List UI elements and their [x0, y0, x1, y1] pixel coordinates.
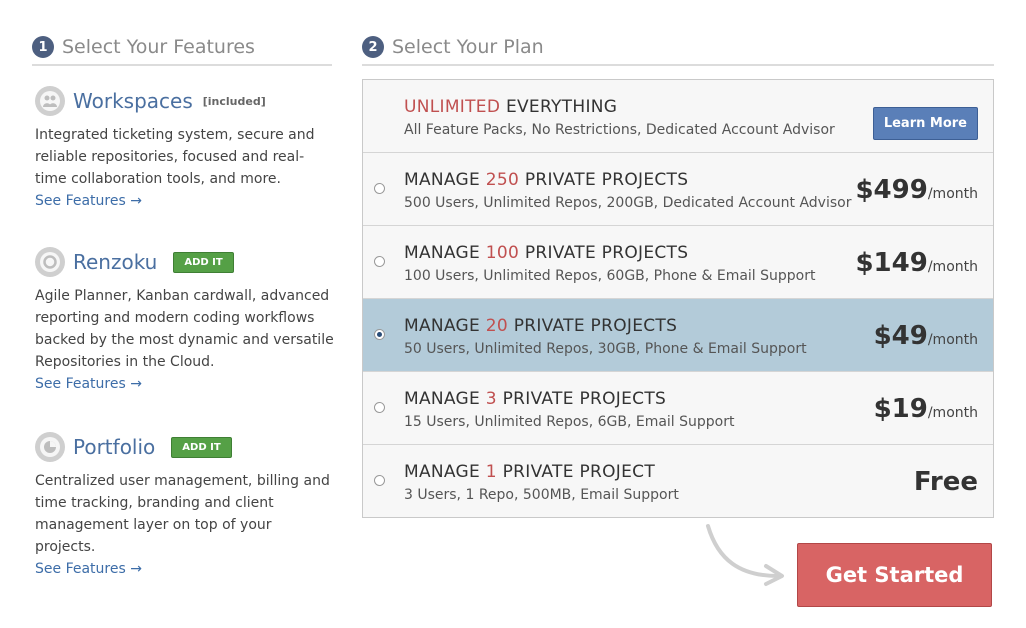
see-features-link[interactable]: See Features →: [35, 558, 142, 580]
plan-subtitle: 100 Users, Unlimited Repos, 60GB, Phone …: [404, 268, 816, 284]
plan-title-highlight: 1: [485, 462, 497, 482]
feature-description: Agile Planner, Kanban cardwall, advanced…: [35, 288, 334, 370]
features-step-header: 1 Select Your Features: [32, 30, 332, 66]
features-step-title: Select Your Features: [62, 36, 255, 58]
feature-renzoku: Renzoku ADD IT Agile Planner, Kanban car…: [32, 245, 334, 395]
pie-chart-icon: [35, 432, 65, 462]
plan-title-suffix: PRIVATE PROJECTS: [508, 316, 678, 336]
plan-title: MANAGE 20 PRIVATE PROJECTS: [404, 316, 677, 336]
plan-price: $149/month: [855, 248, 978, 278]
price-amount: Free: [913, 467, 978, 497]
plan-3[interactable]: MANAGE 3 PRIVATE PROJECTS 15 Users, Unli…: [363, 372, 993, 445]
plan-title-prefix: MANAGE: [404, 170, 486, 190]
step-number-badge: 2: [362, 36, 384, 58]
cycle-icon: [35, 247, 65, 277]
plan-title: MANAGE 3 PRIVATE PROJECTS: [404, 389, 666, 409]
features-section: 1 Select Your Features Workspaces [inclu…: [32, 30, 334, 577]
plan-title-suffix: PRIVATE PROJECTS: [519, 243, 689, 263]
plan-subtitle: 3 Users, 1 Repo, 500MB, Email Support: [404, 487, 679, 503]
plan-title-prefix: MANAGE: [404, 243, 486, 263]
plan-radio[interactable]: [374, 475, 385, 486]
plan-250[interactable]: MANAGE 250 PRIVATE PROJECTS 500 Users, U…: [363, 153, 993, 226]
plan-radio[interactable]: [374, 402, 385, 413]
price-amount: $149: [855, 248, 928, 278]
price-period: /month: [927, 259, 978, 275]
price-amount: $499: [855, 175, 928, 205]
plan-title-highlight: 20: [485, 316, 508, 336]
plan-title-highlight: 250: [485, 170, 520, 190]
price-period: /month: [927, 405, 978, 421]
plan-radio[interactable]: [374, 183, 385, 194]
plan-radio-selected[interactable]: [374, 329, 385, 340]
feature-workspaces: Workspaces [included] Integrated ticketi…: [32, 84, 332, 212]
plan-price: $49/month: [874, 321, 978, 351]
feature-description: Integrated ticketing system, secure and …: [35, 127, 315, 187]
plan-price: $19/month: [874, 394, 978, 424]
add-it-button[interactable]: ADD IT: [171, 436, 232, 458]
feature-portfolio: Portfolio ADD IT Centralized user manage…: [32, 430, 332, 580]
plan-title-prefix: MANAGE: [404, 316, 486, 336]
plan-title-suffix: PRIVATE PROJECT: [496, 462, 656, 482]
plans-step-title: Select Your Plan: [392, 36, 544, 58]
plans-section: 2 Select Your Plan: [362, 30, 994, 66]
plan-title: MANAGE 1 PRIVATE PROJECT: [404, 462, 655, 482]
plan-100[interactable]: MANAGE 100 PRIVATE PROJECTS 100 Users, U…: [363, 226, 993, 299]
price-amount: $19: [873, 394, 928, 424]
plan-20[interactable]: MANAGE 20 PRIVATE PROJECTS 50 Users, Unl…: [363, 299, 993, 372]
plan-subtitle: 15 Users, Unlimited Repos, 6GB, Email Su…: [404, 414, 735, 430]
plan-subtitle: 50 Users, Unlimited Repos, 30GB, Phone &…: [404, 341, 807, 357]
plan-title-suffix: EVERYTHING: [500, 97, 618, 117]
plan-1[interactable]: MANAGE 1 PRIVATE PROJECT 3 Users, 1 Repo…: [363, 445, 993, 517]
plan-title-suffix: PRIVATE PROJECTS: [496, 389, 667, 409]
plan-radio[interactable]: [374, 256, 385, 267]
plan-title: MANAGE 100 PRIVATE PROJECTS: [404, 243, 688, 263]
plan-title-suffix: PRIVATE PROJECTS: [519, 170, 689, 190]
plan-list: UNLIMITED EVERYTHING All Feature Packs, …: [362, 79, 994, 518]
plan-subtitle: 500 Users, Unlimited Repos, 200GB, Dedic…: [404, 195, 852, 211]
get-started-button[interactable]: Get Started: [797, 543, 992, 607]
see-features-link[interactable]: See Features →: [35, 190, 142, 212]
plan-price: $499/month: [855, 175, 978, 205]
add-it-button[interactable]: ADD IT: [173, 251, 234, 273]
plans-step-header: 2 Select Your Plan: [362, 30, 994, 66]
plan-subtitle: All Feature Packs, No Restrictions, Dedi…: [404, 122, 835, 138]
people-icon: [35, 86, 65, 116]
feature-description: Centralized user management, billing and…: [35, 473, 330, 555]
price-period: /month: [927, 332, 978, 348]
feature-name: Workspaces: [73, 89, 193, 113]
learn-more-button[interactable]: Learn More: [872, 107, 978, 140]
plan-title: MANAGE 250 PRIVATE PROJECTS: [404, 170, 688, 190]
plan-unlimited: UNLIMITED EVERYTHING All Feature Packs, …: [363, 80, 993, 153]
plan-title-prefix: MANAGE: [404, 462, 486, 482]
feature-name: Portfolio: [73, 435, 156, 459]
plan-title-prefix: MANAGE: [404, 389, 486, 409]
plan-title-highlight: 100: [485, 243, 520, 263]
plan-title-highlight: UNLIMITED: [404, 97, 501, 117]
see-features-link[interactable]: See Features →: [35, 373, 142, 395]
feature-name: Renzoku: [73, 250, 158, 274]
step-number-badge: 1: [32, 36, 54, 58]
price-amount: $49: [873, 321, 928, 351]
plan-price: Free: [914, 467, 978, 497]
plan-title: UNLIMITED EVERYTHING: [404, 97, 617, 117]
included-tag: [included]: [202, 94, 266, 108]
price-period: /month: [927, 186, 978, 202]
curved-arrow-icon: [706, 524, 784, 586]
plan-title-highlight: 3: [485, 389, 497, 409]
